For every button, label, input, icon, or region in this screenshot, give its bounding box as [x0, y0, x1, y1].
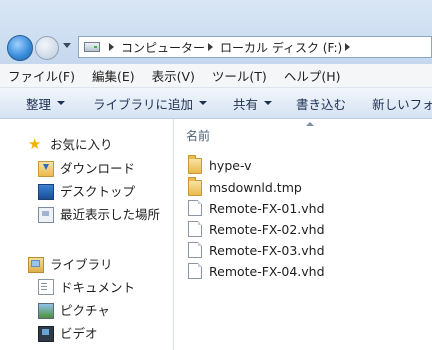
burn-button[interactable]: 書き込む	[282, 94, 356, 113]
file-name: msdownld.tmp	[209, 179, 302, 195]
folder-icon	[188, 155, 202, 174]
nav-favorites[interactable]: ★ お気に入り	[28, 134, 113, 153]
share-label: 共有	[233, 96, 259, 112]
add-to-library-button[interactable]: ライブラリに追加	[75, 94, 217, 113]
nav-documents[interactable]: ドキュメント	[38, 277, 135, 296]
menu-view[interactable]: 表示(V)	[144, 66, 204, 85]
file-name: Remote-FX-04.vhd	[209, 263, 325, 279]
list-item[interactable]: Remote-FX-04.vhd	[188, 263, 325, 279]
nav-favorites-label: お気に入り	[50, 137, 113, 152]
videos-icon	[38, 325, 54, 342]
breadcrumb-separator-icon[interactable]	[109, 43, 114, 51]
list-item[interactable]: Remote-FX-03.vhd	[188, 242, 325, 258]
navigation-pane: ★ お気に入り ダウンロード デスクトップ 最近表示した場所 ライブラリ ドキュ…	[0, 119, 174, 350]
file-icon	[188, 263, 202, 279]
pictures-icon	[38, 302, 54, 319]
file-list: 名前 hype-v msdownld.tmp Remote-FX-01.vhd …	[174, 119, 432, 350]
recent-pages-dropdown[interactable]	[63, 43, 71, 48]
add-to-library-label: ライブラリに追加	[93, 96, 194, 112]
organize-label: 整理	[26, 96, 52, 112]
nav-documents-label: ドキュメント	[60, 280, 136, 295]
menu-bar: ファイル(F) 編集(E) 表示(V) ツール(T) ヘルプ(H)	[0, 64, 432, 88]
nav-libraries-label: ライブラリ	[50, 257, 113, 272]
nav-recent-places[interactable]: 最近表示した場所	[38, 204, 160, 223]
sort-ascending-icon	[306, 122, 314, 126]
list-item[interactable]: Remote-FX-01.vhd	[188, 200, 325, 216]
file-name: Remote-FX-01.vhd	[209, 200, 325, 216]
menu-file[interactable]: ファイル(F)	[0, 66, 84, 85]
address-bar[interactable]: コンピューター ローカル ディスク (F:)	[78, 36, 432, 58]
file-name: hype-v	[209, 157, 252, 173]
breadcrumb-separator-icon[interactable]	[345, 43, 351, 51]
nav-pictures[interactable]: ピクチャ	[38, 300, 110, 319]
documents-icon	[38, 278, 54, 295]
command-bar: 整理 ライブラリに追加 共有 書き込む 新しいフォ	[0, 88, 432, 119]
menu-tools[interactable]: ツール(T)	[204, 66, 276, 85]
libraries-icon	[28, 256, 44, 273]
folder-icon	[188, 177, 202, 196]
drive-icon	[84, 42, 100, 52]
list-item[interactable]: Remote-FX-02.vhd	[188, 221, 325, 237]
forward-button[interactable]	[35, 36, 59, 60]
desktop-icon	[38, 184, 54, 200]
file-icon	[188, 221, 202, 237]
nav-downloads[interactable]: ダウンロード	[38, 158, 135, 177]
breadcrumb-local-disk[interactable]: ローカル ディスク (F:)	[220, 39, 342, 56]
nav-downloads-label: ダウンロード	[60, 161, 136, 176]
recent-places-icon	[38, 206, 54, 223]
nav-libraries[interactable]: ライブラリ	[28, 254, 113, 273]
file-icon	[188, 200, 202, 216]
nav-videos-label: ビデオ	[60, 326, 98, 341]
nav-recent-label: 最近表示した場所	[60, 207, 161, 222]
chevron-down-icon	[264, 101, 273, 105]
nav-desktop-label: デスクトップ	[60, 184, 136, 199]
new-folder-label: 新しいフォ	[372, 96, 432, 112]
share-button[interactable]: 共有	[217, 94, 282, 113]
title-area: コンピューター ローカル ディスク (F:)	[0, 0, 432, 64]
organize-button[interactable]: 整理	[0, 94, 75, 113]
burn-label: 書き込む	[296, 96, 347, 112]
file-icon	[188, 242, 202, 258]
file-name: Remote-FX-03.vhd	[209, 242, 325, 258]
file-name: Remote-FX-02.vhd	[209, 221, 325, 237]
breadcrumb-computer[interactable]: コンピューター	[121, 39, 205, 56]
nav-pictures-label: ピクチャ	[60, 303, 110, 318]
breadcrumb-separator-icon[interactable]	[208, 43, 214, 51]
chevron-down-icon	[199, 101, 208, 105]
chevron-down-icon	[57, 101, 66, 105]
list-item[interactable]: hype-v	[188, 155, 252, 174]
list-item[interactable]: msdownld.tmp	[188, 177, 302, 196]
menu-edit[interactable]: 編集(E)	[84, 66, 144, 85]
new-folder-button[interactable]: 新しいフォ	[356, 94, 432, 113]
menu-help[interactable]: ヘルプ(H)	[276, 66, 350, 85]
downloads-folder-icon	[38, 160, 54, 177]
back-button[interactable]	[7, 35, 33, 61]
column-header-name[interactable]: 名前	[186, 127, 210, 144]
nav-videos[interactable]: ビデオ	[38, 323, 98, 342]
star-icon: ★	[28, 134, 42, 153]
nav-desktop[interactable]: デスクトップ	[38, 181, 135, 200]
